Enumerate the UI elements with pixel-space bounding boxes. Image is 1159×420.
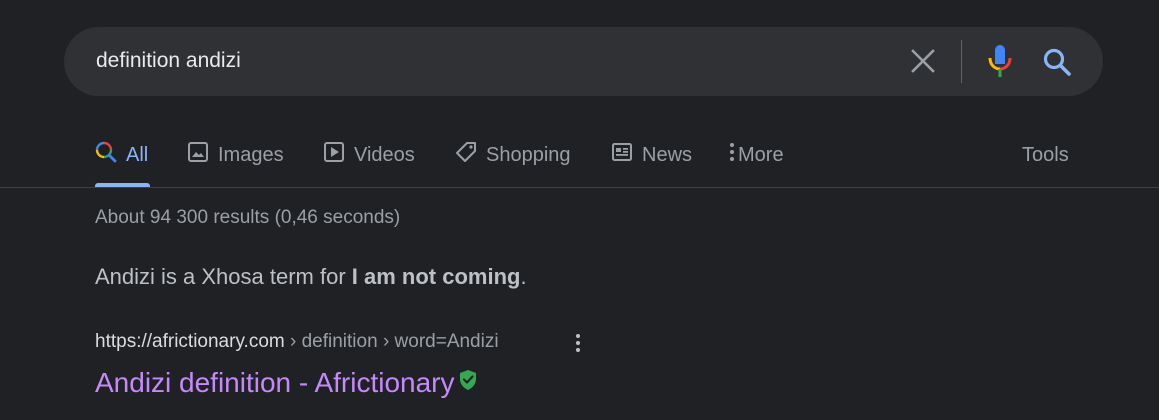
tab-label: Videos [354, 143, 415, 166]
play-icon [323, 141, 354, 169]
newspaper-icon [611, 141, 642, 169]
tools-label: Tools [1022, 143, 1069, 166]
tab-label: All [126, 143, 149, 166]
more-vert-icon [728, 141, 738, 169]
snippet-suffix: . [520, 264, 527, 289]
search-tabs: All Images Videos Shopping News More Too… [0, 130, 1159, 187]
snippet-text: Andizi is a Xhosa term for [95, 264, 352, 289]
tab-more[interactable]: More [728, 140, 784, 170]
tab-label: News [642, 143, 693, 166]
tab-label: More [738, 143, 784, 166]
tools-button[interactable]: Tools [1022, 140, 1069, 170]
clear-icon[interactable] [910, 48, 936, 74]
microphone-icon[interactable] [986, 44, 1014, 78]
search-icon[interactable] [1042, 47, 1072, 77]
tab-all[interactable]: All [95, 140, 148, 170]
verified-shield-icon [457, 367, 479, 399]
search-results-page: definition andizi All Images Videos Shop… [0, 0, 1159, 420]
search-box-divider [961, 40, 962, 83]
result-domain: https://africtionary.com [95, 331, 285, 352]
featured-snippet: Andizi is a Xhosa term for I am not comi… [95, 264, 527, 290]
snippet-bold-text: I am not coming [351, 264, 521, 289]
tab-videos[interactable]: Videos [323, 140, 415, 170]
tabs-divider [0, 187, 1159, 188]
image-icon [187, 141, 218, 169]
tab-news[interactable]: News [611, 140, 692, 170]
search-input[interactable]: definition andizi [96, 46, 876, 76]
result-options-icon[interactable] [570, 331, 586, 355]
tab-images[interactable]: Images [187, 140, 284, 170]
result-title: Andizi definition - Africtionary [95, 367, 455, 398]
result-title-link[interactable]: Andizi definition - Africtionary [95, 367, 479, 399]
tab-label: Images [218, 143, 284, 166]
result-url[interactable]: https://africtionary.com › definition › … [95, 331, 499, 353]
tag-icon [455, 141, 486, 169]
tab-shopping[interactable]: Shopping [455, 140, 571, 170]
result-stats: About 94 300 results (0,46 seconds) [95, 207, 401, 228]
tab-label: Shopping [486, 143, 571, 166]
result-path: › definition › word=Andizi [284, 331, 499, 352]
search-multicolor-icon [95, 141, 126, 169]
search-box[interactable]: definition andizi [64, 27, 1103, 96]
